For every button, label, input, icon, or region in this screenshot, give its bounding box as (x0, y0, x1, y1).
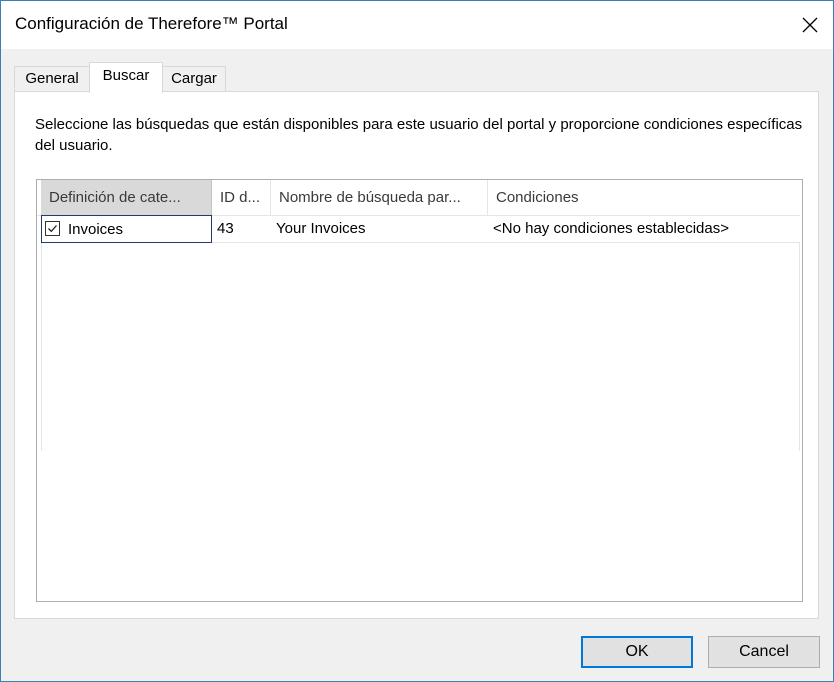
tab-cargar-label: Cargar (171, 70, 217, 87)
column-header-id[interactable]: ID d... (212, 180, 271, 215)
close-icon (802, 17, 818, 33)
cell-id[interactable]: 43 (212, 215, 271, 243)
list-header: Definición de cate... ID d... Nombre de … (37, 180, 800, 216)
tab-buscar[interactable]: Buscar (89, 62, 163, 93)
cell-conditions[interactable]: <No hay condiciones establecidas> (488, 215, 800, 243)
checkmark-icon (48, 225, 57, 233)
tab-buscar-label: Buscar (102, 67, 150, 84)
close-button[interactable] (787, 1, 833, 49)
cell-category[interactable]: Invoices (41, 215, 212, 243)
tab-general[interactable]: General (14, 66, 90, 92)
dialog-window: Configuración de Therefore™ Portal Gener… (0, 0, 834, 682)
description-text: Seleccione las búsquedas que están dispo… (35, 116, 803, 154)
ok-button[interactable]: OK (581, 636, 693, 668)
search-list[interactable]: Definición de cate... ID d... Nombre de … (36, 179, 803, 602)
tab-general-label: General (25, 70, 79, 87)
column-header-category[interactable]: Definición de cate... (41, 180, 212, 215)
column-header-search-name[interactable]: Nombre de búsqueda par... (271, 180, 488, 215)
table-row[interactable]: Invoices 43 Your Invoices <No hay condic… (37, 215, 800, 243)
cell-search-name[interactable]: Your Invoices (271, 215, 488, 243)
window-title: Configuración de Therefore™ Portal (15, 14, 288, 33)
tab-panel-buscar: Seleccione las búsquedas que están dispo… (14, 91, 819, 619)
tab-cargar[interactable]: Cargar (162, 66, 226, 92)
row-checkbox[interactable] (45, 221, 60, 237)
grid-line (41, 243, 42, 451)
cancel-button[interactable]: Cancel (708, 636, 820, 668)
title-bar[interactable]: Configuración de Therefore™ Portal (1, 1, 833, 49)
column-header-conditions[interactable]: Condiciones (488, 180, 800, 215)
grid-line (799, 243, 800, 451)
category-value: Invoices (68, 221, 124, 238)
